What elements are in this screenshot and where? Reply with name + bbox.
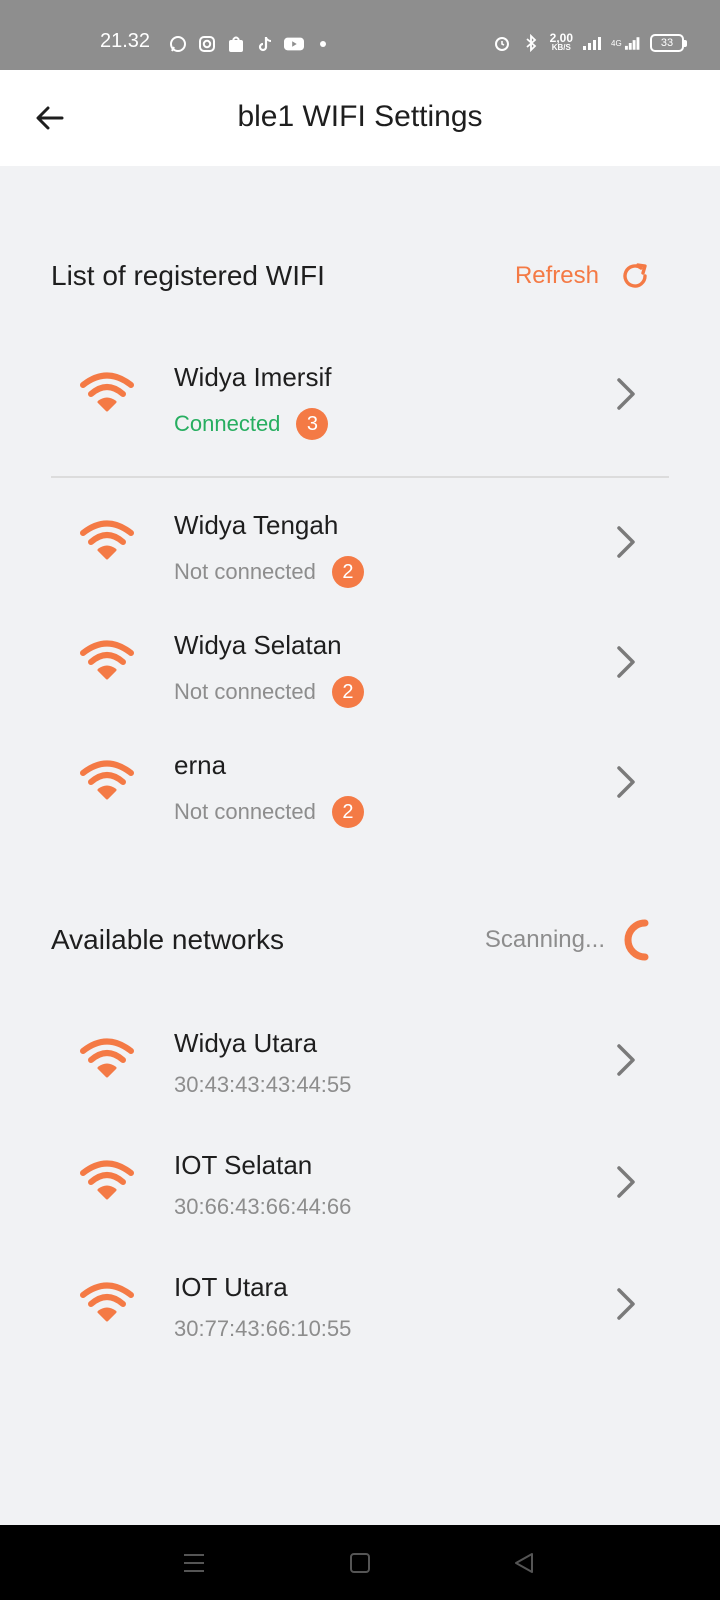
available-network-row[interactable]: IOT Selatan 30:66:43:66:44:66 — [51, 1128, 669, 1238]
spinner-icon — [624, 919, 649, 961]
refresh-button[interactable]: Refresh — [515, 260, 651, 292]
app-bar: ble1 WIFI Settings — [0, 70, 720, 166]
wifi-status-line: Not connected 2 — [174, 796, 364, 828]
wifi-status-line: Not connected 2 — [174, 556, 364, 588]
whatsapp-icon — [168, 34, 188, 54]
home-button[interactable] — [340, 1545, 380, 1581]
back-nav-button[interactable] — [504, 1545, 544, 1581]
available-network-row[interactable]: IOT Utara 30:77:43:66:10:55 — [51, 1250, 669, 1360]
wifi-icon — [79, 1036, 135, 1080]
count-badge: 2 — [331, 556, 364, 588]
divider — [51, 476, 669, 478]
refresh-label: Refresh — [514, 262, 599, 289]
chevron-right-icon — [611, 522, 641, 562]
wifi-name: Widya Imersif — [174, 362, 332, 392]
home-square-icon — [350, 1553, 370, 1573]
shopee-icon — [226, 34, 246, 54]
wifi-icon — [79, 1158, 135, 1202]
registered-wifi-row[interactable]: Widya Tengah Not connected 2 — [51, 488, 669, 598]
speed-value: 2,00 — [549, 31, 573, 45]
available-section-header: Available networks Scanning... — [51, 918, 651, 962]
chevron-right-icon — [611, 1284, 641, 1324]
chevron-right-icon — [611, 762, 641, 802]
network-type: 4G — [611, 38, 622, 48]
registered-wifi-row[interactable]: Widya Selatan Not connected 2 — [51, 608, 669, 718]
connection-status: Not connected — [174, 679, 316, 704]
page-title: ble1 WIFI Settings — [237, 100, 483, 133]
menu-icon — [184, 1554, 204, 1572]
wifi-icon — [79, 518, 135, 562]
instagram-icon — [197, 34, 217, 54]
refresh-icon — [623, 263, 647, 288]
wifi-icon — [79, 370, 135, 414]
tiktok-icon — [255, 34, 275, 54]
count-badge: 2 — [331, 796, 364, 828]
notification-icons — [168, 34, 333, 54]
network-name: Widya Utara — [174, 1028, 318, 1058]
wifi-status-line: Connected 3 — [174, 408, 329, 440]
available-network-row[interactable]: Widya Utara 30:43:43:43:44:55 — [51, 1006, 669, 1116]
registered-wifi-row[interactable]: erna Not connected 2 — [51, 728, 669, 838]
network-name: IOT Utara — [174, 1272, 288, 1302]
wifi-icon — [79, 758, 135, 802]
system-nav-bar — [0, 1525, 720, 1600]
wifi-status-line: Not connected 2 — [174, 676, 364, 708]
connection-status: Not connected — [174, 799, 316, 824]
wifi-icon — [79, 638, 135, 682]
battery-level: 33 — [660, 37, 674, 49]
wifi-name: Widya Selatan — [174, 630, 342, 660]
wifi-name: erna — [174, 750, 227, 780]
mac-address: 30:43:43:43:44:55 — [174, 1072, 352, 1097]
battery-icon: 33 — [650, 34, 687, 52]
mac-address: 30:66:43:66:44:66 — [174, 1194, 352, 1219]
network-name: IOT Selatan — [174, 1150, 313, 1180]
available-section-title: Available networks — [51, 924, 284, 955]
chevron-right-icon — [611, 374, 641, 414]
status-time: 21.32 — [100, 30, 151, 52]
registered-section-header: List of registered WIFI Refresh — [51, 260, 651, 292]
system-icons: 2,00 KB/S 4G 33 — [492, 31, 687, 53]
menu-button[interactable] — [174, 1545, 214, 1581]
chevron-right-icon — [611, 1040, 641, 1080]
connection-status: Not connected — [174, 559, 316, 584]
mac-address: 30:77:43:66:10:55 — [174, 1316, 352, 1341]
chevron-right-icon — [611, 1162, 641, 1202]
youtube-icon — [284, 34, 304, 54]
scanning-indicator: Scanning... — [485, 918, 651, 962]
signal-4g-icon: 4G — [611, 33, 641, 53]
back-triangle-icon — [515, 1553, 533, 1573]
signal-icon — [582, 33, 602, 53]
bluetooth-icon — [521, 33, 541, 53]
wifi-icon — [79, 1280, 135, 1324]
registered-wifi-row[interactable]: Widya Imersif Connected 3 — [51, 340, 669, 450]
wifi-name: Widya Tengah — [174, 510, 339, 540]
registered-section-title: List of registered WIFI — [51, 260, 325, 291]
speed-unit: KB/S — [551, 43, 571, 52]
scanning-label: Scanning... — [484, 926, 605, 953]
count-badge: 3 — [296, 408, 329, 440]
connection-status: Connected — [174, 411, 281, 436]
network-speed: 2,00 KB/S — [549, 31, 573, 53]
alarm-icon — [492, 33, 512, 53]
status-bar: 21.32 2,00 KB/S 4G 33 — [0, 0, 720, 70]
count-badge: 2 — [331, 676, 364, 708]
dot-icon — [313, 34, 333, 54]
chevron-right-icon — [611, 642, 641, 682]
